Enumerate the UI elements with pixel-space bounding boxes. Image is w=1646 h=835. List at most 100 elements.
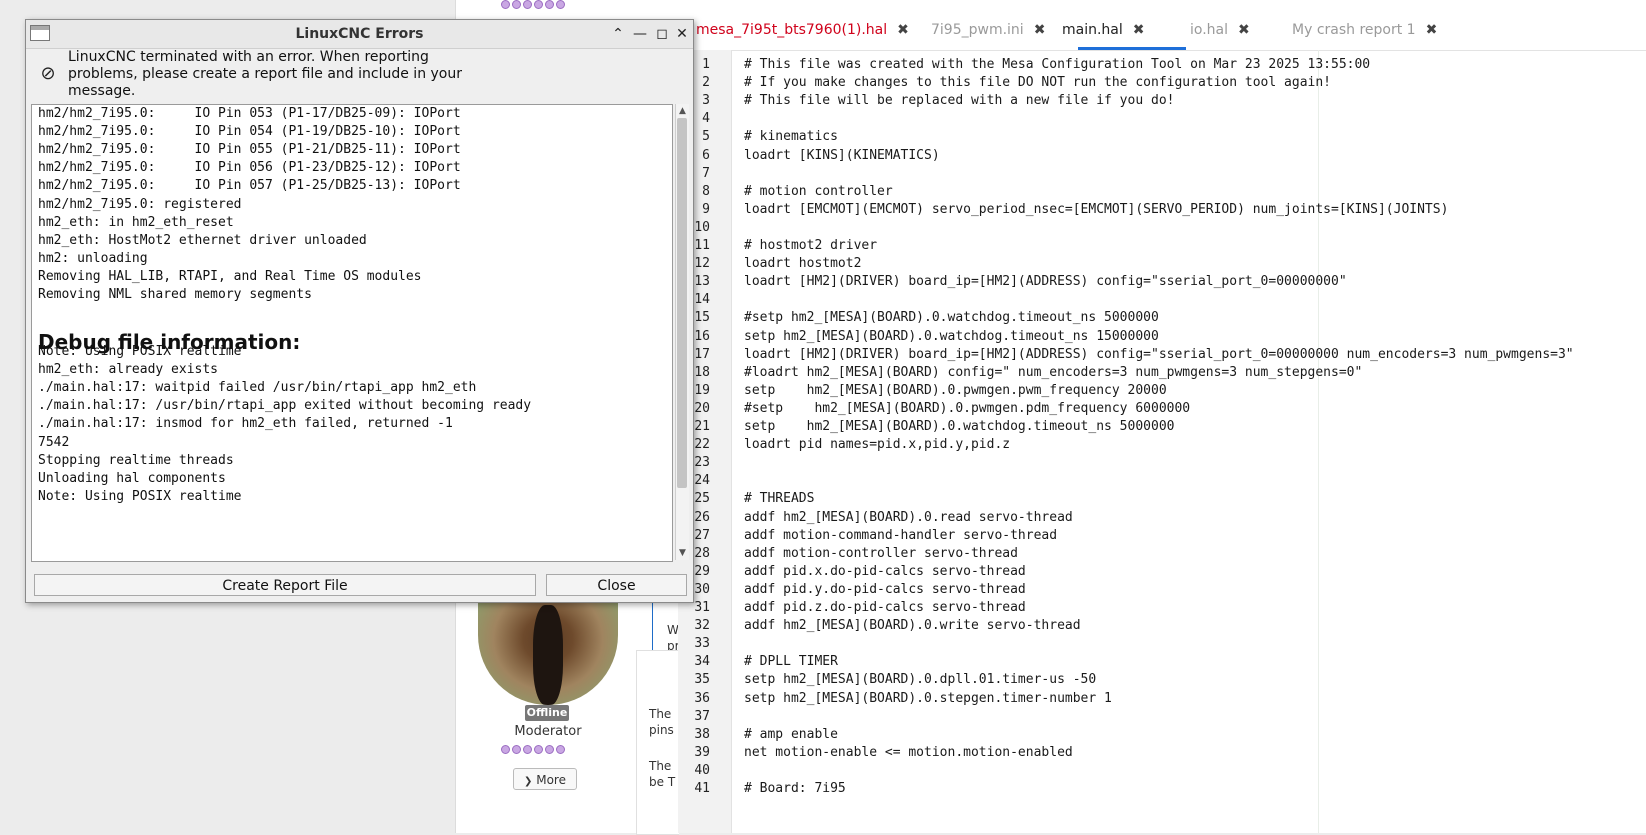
- log-line: ./main.hal:17: insmod for hm2_eth failed…: [38, 416, 453, 432]
- code-line: addf pid.y.do-pid-calcs servo-thread: [744, 581, 1026, 597]
- code-line: # motion controller: [744, 183, 893, 199]
- scroll-up-icon[interactable]: ▲: [676, 104, 689, 118]
- log-line: hm2/hm2_7i95.0: IO Pin 054 (P1-19/DB25-1…: [38, 124, 461, 140]
- code-line: setp hm2_[MESA](BOARD).0.stepgen.timer-n…: [744, 690, 1112, 706]
- code-line: loadrt [HM2](DRIVER) board_ip=[HM2](ADDR…: [744, 274, 1347, 290]
- tab-label: main.hal: [1062, 22, 1123, 38]
- tab-main-hal[interactable]: main.hal ✖: [1062, 0, 1145, 50]
- code-line: loadrt hostmot2: [744, 256, 862, 272]
- line-number: 41: [694, 781, 710, 796]
- chevron-down-icon: ❯: [524, 776, 533, 787]
- code-line: loadrt [HM2](DRIVER) board_ip=[HM2](ADDR…: [744, 346, 1574, 362]
- title-bar[interactable]: LinuxCNC Errors ⌃ — ◻ ✕: [26, 20, 693, 49]
- line-number: 39: [694, 744, 710, 760]
- error-icon: ⊘: [40, 63, 56, 84]
- code-line: # amp enable: [744, 726, 838, 742]
- line-number: 37: [694, 708, 710, 724]
- log-line: hm2_eth: in hm2_eth_reset: [38, 214, 234, 230]
- log-line: hm2/hm2_7i95.0: IO Pin 056 (P1-23/DB25-1…: [38, 160, 461, 176]
- log-line: hm2/hm2_7i95.0: IO Pin 057 (P1-25/DB25-1…: [38, 178, 461, 194]
- code-line: setp hm2_[MESA](BOARD).0.dpll.01.timer-u…: [744, 672, 1097, 688]
- code-line: # kinematics: [744, 129, 838, 145]
- close-icon[interactable]: ✖: [1034, 22, 1046, 38]
- code-line: addf motion-controller servo-thread: [744, 545, 1018, 561]
- log-text-area[interactable]: Debug file information: hm2/hm2_7i95.0: …: [31, 104, 673, 562]
- log-line: Note: Using POSIX realtime: [38, 344, 242, 359]
- error-message: LinuxCNC terminated with an error. When …: [68, 49, 463, 99]
- line-number: 32: [694, 618, 710, 634]
- more-button[interactable]: ❯ More: [513, 768, 577, 790]
- close-icon[interactable]: ✖: [897, 22, 909, 38]
- log-line: Unloading hal components: [38, 470, 226, 486]
- tab-crash-report[interactable]: My crash report 1 ✖: [1292, 0, 1437, 50]
- tab-mesa-hal[interactable]: mesa_7i95t_bts7960(1).hal ✖: [696, 0, 909, 50]
- rank-dots-top: [501, 0, 565, 9]
- code-line: # If you make changes to this file DO NO…: [744, 75, 1331, 91]
- line-number: 35: [694, 672, 710, 688]
- user-role: Moderator: [514, 724, 582, 739]
- code-line: #setp hm2_[MESA](BOARD).0.watchdog.timeo…: [744, 310, 1159, 326]
- log-line: hm2_eth: HostMot2 ethernet driver unload…: [38, 232, 367, 248]
- post-text: be T: [649, 775, 676, 789]
- post-text: pins: [649, 723, 674, 737]
- text-editor: mesa_7i95t_bts7960(1).hal ✖ 7i95_pwm.ini ✖…: [678, 0, 1646, 833]
- log-line: hm2: unloading: [38, 250, 148, 266]
- line-number: 40: [694, 762, 710, 778]
- tab-label: My crash report 1: [1292, 22, 1416, 38]
- code-line: addf hm2_[MESA](BOARD).0.write servo-thr…: [744, 618, 1081, 634]
- code-line: # THREADS: [744, 491, 815, 507]
- line-number: 33: [694, 636, 710, 652]
- code-line: # This file will be replaced with a new …: [744, 93, 1175, 109]
- log-line: hm2/hm2_7i95.0: registered: [38, 196, 242, 212]
- tab-label: io.hal: [1190, 22, 1229, 38]
- tab-pwm-ini[interactable]: 7i95_pwm.ini ✖: [931, 0, 1045, 50]
- code-line: # Board: 7i95: [744, 781, 846, 796]
- tab-io-hal[interactable]: io.hal ✖: [1190, 0, 1250, 50]
- log-line: hm2/hm2_7i95.0: IO Pin 053 (P1-17/DB25-0…: [38, 106, 461, 121]
- log-scrollbar[interactable]: ▲ ▼: [675, 104, 689, 560]
- code-line: loadrt [KINS](KINEMATICS): [744, 147, 940, 163]
- close-button[interactable]: Close: [546, 574, 687, 596]
- log-line: Note: Using POSIX realtime: [38, 488, 242, 504]
- log-line: hm2/hm2_7i95.0: IO Pin 055 (P1-21/DB25-1…: [38, 142, 461, 158]
- log-line: Removing NML shared memory segments: [38, 287, 312, 302]
- error-dialog: LinuxCNC Errors ⌃ — ◻ ✕ ⊘ LinuxCNC termi…: [25, 19, 694, 603]
- tab-label: mesa_7i95t_bts7960(1).hal: [696, 22, 888, 38]
- code-line: loadrt pid names=pid.x,pid.y,pid.z: [744, 437, 1011, 453]
- maximize-icon[interactable]: ◻: [652, 23, 672, 45]
- scroll-down-icon[interactable]: ▼: [676, 546, 689, 560]
- scroll-thumb[interactable]: [677, 118, 687, 488]
- code-line: addf motion-command-handler servo-thread: [744, 527, 1058, 543]
- log-line: hm2_eth: already exists: [38, 362, 219, 378]
- code-line: # This file was created with the Mesa Co…: [744, 57, 1371, 72]
- post-body: The pins The be T: [636, 650, 679, 835]
- close-icon[interactable]: ✕: [672, 23, 692, 45]
- code-line: setp hm2_[MESA](BOARD).0.watchdog.timeou…: [744, 419, 1175, 434]
- code-area[interactable]: 1 # This file was created with the Mesa C…: [678, 50, 1646, 833]
- minimize-icon[interactable]: —: [630, 23, 650, 45]
- log-line: 7542: [38, 434, 70, 450]
- code-line: #loadrt hm2_[MESA](BOARD) config=" num_e…: [744, 364, 1363, 380]
- code-line: setp hm2_[MESA](BOARD).0.pwmgen.pwm_freq…: [744, 382, 1167, 398]
- code-line: # hostmot2 driver: [744, 238, 878, 253]
- code-line: #setp hm2_[MESA](BOARD).0.pwmgen.pdm_fre…: [744, 400, 1191, 416]
- close-icon[interactable]: ✖: [1426, 22, 1438, 38]
- code-line: addf hm2_[MESA](BOARD).0.read servo-thre…: [744, 509, 1073, 525]
- line-number: 36: [694, 690, 710, 706]
- tab-bar: mesa_7i95t_bts7960(1).hal ✖ 7i95_pwm.ini ✖…: [678, 0, 1646, 51]
- code-line: # DPLL TIMER: [744, 654, 838, 670]
- create-report-button[interactable]: Create Report File: [34, 574, 536, 596]
- log-line: Removing HAL_LIB, RTAPI, and Real Time O…: [38, 268, 422, 284]
- line-number: 34: [694, 654, 710, 670]
- tab-label: 7i95_pwm.ini: [931, 22, 1024, 38]
- code-line: setp hm2_[MESA](BOARD).0.watchdog.timeou…: [744, 328, 1159, 344]
- log-line: ./main.hal:17: waitpid failed /usr/bin/r…: [38, 380, 477, 396]
- log-line: ./main.hal:17: /usr/bin/rtapi_app exited…: [38, 398, 532, 414]
- close-icon[interactable]: ✖: [1133, 22, 1145, 38]
- log-line: Stopping realtime threads: [38, 452, 234, 468]
- line-number: 38: [694, 726, 710, 742]
- code-line: addf pid.x.do-pid-calcs servo-thread: [744, 563, 1026, 579]
- more-label: More: [536, 773, 566, 787]
- close-icon[interactable]: ✖: [1238, 22, 1250, 38]
- chevron-up-icon[interactable]: ⌃: [608, 23, 628, 45]
